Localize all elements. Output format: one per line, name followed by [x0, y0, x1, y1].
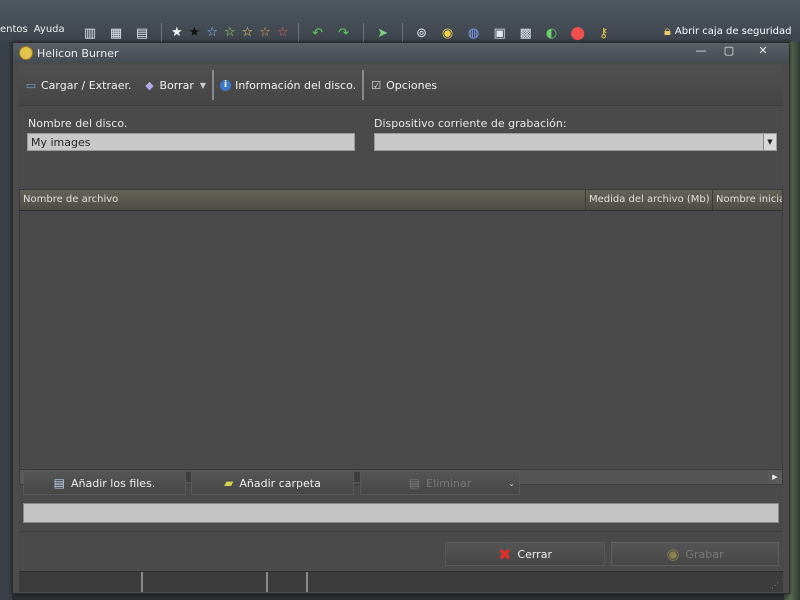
minimize-button[interactable]: — [687, 43, 715, 57]
layout-single-icon[interactable]: ▥ [80, 24, 100, 42]
host-left-panel [0, 42, 12, 600]
column-header-filename[interactable]: Nombre de archivo [20, 190, 586, 210]
key-icon[interactable]: ⚷ [594, 24, 614, 42]
table-header: Nombre de archivo Medida del archivo (Mb… [20, 190, 782, 211]
rating-star-icon[interactable]: ★ [189, 24, 201, 42]
disc-burn-icon: ◉ [666, 545, 680, 563]
options-label: Opciones [386, 78, 438, 92]
toolbar-separator [161, 23, 162, 43]
rating-star-icon[interactable]: ☆ [277, 24, 289, 42]
app-disc-icon [19, 46, 33, 60]
scroll-right-icon[interactable]: ▶ [768, 470, 782, 484]
burn-label: Grabar [685, 547, 724, 561]
rating-star-icon[interactable]: ☆ [242, 24, 254, 42]
dialog-title: Helicon Burner [37, 46, 119, 60]
checklist-icon: ☑ [371, 78, 382, 92]
status-cell [268, 572, 308, 592]
close-x-icon: ✖ [498, 544, 512, 564]
open-safe-label: Abrir caja de seguridad [674, 26, 792, 37]
layout-double-icon[interactable]: ▦ [106, 24, 126, 42]
burn-button[interactable]: ◉ Grabar [611, 542, 779, 566]
recording-device-select[interactable]: ▼ [374, 133, 777, 151]
dialog-titlebar[interactable]: Helicon Burner — ▢ ✕ [13, 43, 789, 63]
helicon-burner-dialog: Helicon Burner — ▢ ✕ ▭ Cargar / Extraer.… [12, 42, 790, 594]
erase-label: Borrar [159, 78, 194, 92]
rating-star-icon[interactable]: ☆ [259, 24, 271, 42]
add-folder-icon: ▰ [224, 476, 234, 490]
burn-progress-bar [23, 503, 779, 523]
toolbar-separator [401, 23, 403, 43]
recording-device-label: Dispositivo corriente de grabación: [374, 117, 567, 130]
maximize-button[interactable]: ▢ [715, 43, 743, 57]
dialog-content: ▭ Cargar / Extraer. ◆ Borrar ▼ i Informa… [19, 65, 783, 569]
close-window-button[interactable]: ✕ [743, 43, 783, 57]
map-pin-icon[interactable]: ⬤ [568, 24, 588, 42]
host-menu-item-ayuda[interactable]: Ayuda [34, 24, 65, 42]
close-label: Cerrar [517, 547, 552, 561]
status-bar: ⋰ [19, 571, 783, 592]
info-icon: i [220, 79, 232, 91]
delete-file-icon: ▤ [408, 476, 421, 490]
erase-button[interactable]: ◆ Borrar ▼ [138, 71, 213, 99]
add-file-icon: ▤ [53, 476, 66, 490]
share-icon[interactable]: ◐ [542, 24, 562, 42]
toolbar-separator [362, 23, 364, 43]
add-files-button[interactable]: ▤ Añadir los files. [23, 471, 186, 495]
lock-icon: 🔒︎ [664, 24, 671, 39]
rotate-right-icon[interactable]: ↷ [334, 24, 354, 42]
chevron-down-icon[interactable]: ▼ [200, 81, 206, 90]
rating-star-icon[interactable]: ☆ [224, 24, 236, 42]
eraser-icon: ◆ [145, 78, 154, 92]
disc-info-label: Información del disco. [235, 78, 357, 92]
host-menu-bar: entos Ayuda [0, 24, 65, 42]
monitor-icon[interactable]: ▣ [490, 24, 510, 42]
disc-info-button[interactable]: i Información del disco. [214, 71, 362, 99]
layout-triple-icon[interactable]: ▤ [132, 24, 152, 42]
options-button[interactable]: ☑ Opciones [364, 71, 443, 99]
dialog-button-bar: ✖ Cerrar ◉ Grabar [19, 531, 783, 570]
column-header-initial-name[interactable]: Nombre inicial del [713, 190, 782, 210]
load-eject-button[interactable]: ▭ Cargar / Extraer. [19, 71, 138, 99]
add-files-label: Añadir los files. [71, 476, 156, 490]
column-header-filesize[interactable]: Medida del archivo (Mb) [586, 190, 713, 210]
chevron-down-icon[interactable]: ⌄ [508, 479, 515, 488]
delete-button[interactable]: ▤ Eliminar ⌄ [360, 471, 520, 495]
rating-star-icon[interactable]: ★ [171, 24, 183, 42]
toolbar-separator [297, 23, 299, 43]
chevron-down-icon[interactable]: ▼ [763, 134, 776, 150]
add-folder-button[interactable]: ▰ Añadir carpeta [191, 471, 354, 495]
window-controls: — ▢ ✕ [687, 43, 783, 57]
disc-name-label: Nombre del disco. [28, 117, 128, 130]
gallery-icon[interactable]: ▩ [516, 24, 536, 42]
load-eject-label: Cargar / Extraer. [41, 78, 132, 92]
status-cell [143, 572, 268, 592]
open-safe-button[interactable]: 🔒︎ Abrir caja de seguridad [664, 24, 791, 39]
status-cell [19, 572, 143, 592]
add-folder-label: Añadir carpeta [239, 476, 321, 490]
file-list-table: Nombre de archivo Medida del archivo (Mb… [19, 189, 783, 485]
ribbon-toolbar: ▭ Cargar / Extraer. ◆ Borrar ▼ i Informa… [19, 65, 783, 106]
rotate-left-icon[interactable]: ↶ [308, 24, 328, 42]
delete-label: Eliminar [426, 476, 472, 490]
binoculars-icon[interactable]: ⊚ [412, 24, 432, 42]
tray-icon: ▭ [25, 78, 37, 92]
globe-icon[interactable]: ◍ [464, 24, 484, 42]
close-button[interactable]: ✖ Cerrar [445, 542, 605, 566]
host-menu-item-herramientas[interactable]: entos [0, 24, 28, 42]
disc-icon[interactable]: ◉ [438, 24, 458, 42]
tag-icon[interactable]: ➤ [373, 24, 393, 42]
resize-grip-icon[interactable]: ⋰ [771, 581, 779, 590]
rating-star-icon[interactable]: ☆ [206, 24, 218, 42]
disc-name-input[interactable]: My images [27, 133, 355, 151]
